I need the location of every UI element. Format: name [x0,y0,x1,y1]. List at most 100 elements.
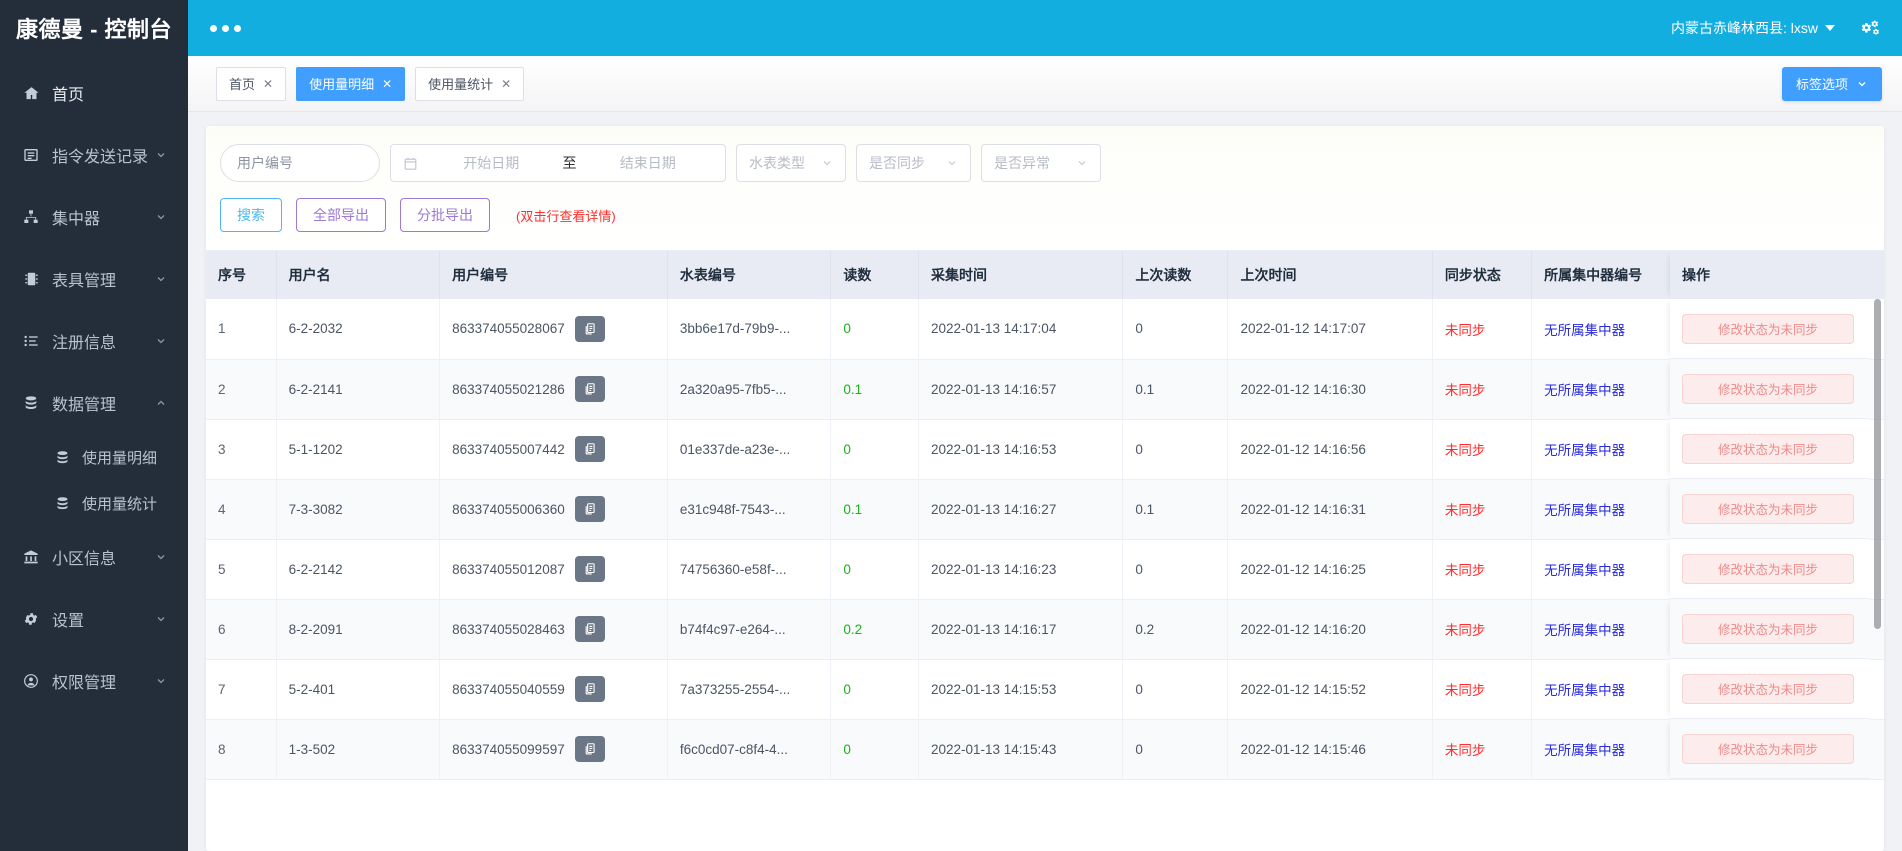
cell-index: 6 [206,599,277,660]
content-area: 开始日期 至 结束日期 水表类型 是否同步 [188,112,1902,851]
sidebar-item-register-info[interactable]: 注册信息 [0,310,188,372]
col-last-reading[interactable]: 上次读数 [1122,251,1229,299]
table-body: 1 6-2-2032 863374055028067 3bb6e17d-79b9-..… [206,299,1884,780]
tag-options-button[interactable]: 标签选项 [1781,66,1882,101]
cell-usercode: 863374055028067 [439,299,668,360]
table-row[interactable]: 6 8-2-2091 863374055028463 b74f4c97-e264-..… [206,599,1884,660]
cell-collect-time: 2022-01-13 14:16:23 [918,539,1124,600]
sidebar: 康德曼 - 控制台 首页 指令发送记录 集中器 表具管理 注册信息 数据管理 使… [0,0,188,851]
col-concentrator[interactable]: 所属集中器编号 [1531,251,1720,299]
copy-icon[interactable] [574,436,605,462]
cell-username: 7-3-3082 [276,479,441,540]
set-unsynced-button[interactable]: 修改状态为未同步 [1682,373,1854,404]
cell-index: 8 [206,719,277,780]
table-row[interactable]: 8 1-3-502 863374055099597 f6c0cd07-c8f4-4..… [206,719,1884,780]
cell-last-time: 2022-01-12 14:16:31 [1227,479,1433,540]
table-row[interactable]: 1 6-2-2032 863374055028067 3bb6e17d-79b9-..… [206,299,1884,360]
search-input[interactable] [220,144,380,182]
sync-status-select[interactable]: 是否同步 [856,144,971,182]
export-batch-button[interactable]: 分批导出 [400,198,490,232]
cell-meter-code: 7a373255-2554-... [667,659,832,720]
col-collect-time[interactable]: 采集时间 [918,251,1124,299]
filter-row: 开始日期 至 结束日期 水表类型 是否同步 [220,144,1870,182]
col-username[interactable]: 用户名 [276,251,441,299]
sidebar-item-community-info[interactable]: 小区信息 [0,526,188,588]
table-head: 序号 用户名 用户编号 水表编号 读数 采集时间 上次读数 上次时间 同步状态 [206,251,1884,299]
table-scroll-area[interactable]: 序号 用户名 用户编号 水表编号 读数 采集时间 上次读数 上次时间 同步状态 [206,251,1884,851]
copy-icon[interactable] [574,315,605,342]
cell-username: 6-2-2142 [276,539,441,600]
start-date-placeholder: 开始日期 [463,155,520,171]
database-icon [52,496,72,511]
sitemap-icon [20,209,42,225]
table-row[interactable]: 4 7-3-3082 863374055006360 e31c948f-7543-..… [206,479,1884,540]
table-row[interactable]: 5 6-2-2142 863374055012087 74756360-e58f-..… [206,539,1884,600]
bank-icon [20,549,42,565]
copy-icon[interactable] [574,376,605,402]
search-button[interactable]: 搜索 [220,198,282,232]
close-icon[interactable]: ✕ [501,77,511,91]
col-index[interactable]: 序号 [206,251,277,299]
table-row[interactable]: 7 5-2-401 863374055040559 7a373255-2554-...… [206,659,1884,720]
table-row[interactable]: 2 6-2-2141 863374055021286 2a320a95-7fb5-..… [206,359,1884,420]
export-all-button[interactable]: 全部导出 [296,198,386,232]
cell-last-time: 2022-01-12 14:16:30 [1227,359,1433,420]
close-icon[interactable]: ✕ [263,77,273,91]
tab-usage-stats[interactable]: 使用量统计 ✕ [415,66,525,101]
gear-icon[interactable] [1861,19,1880,38]
cell-last-time: 2022-01-12 14:15:52 [1227,659,1433,720]
sidebar-subitem-usage-stats[interactable]: 使用量统计 [0,480,188,526]
col-reading[interactable]: 读数 [830,251,919,299]
tab-usage-detail[interactable]: 使用量明细 ✕ [296,66,406,101]
calendar-icon [403,156,418,171]
meter-type-select[interactable]: 水表类型 [736,144,846,182]
sidebar-subitem-usage-detail[interactable]: 使用量明细 [0,434,188,480]
sidebar-item-home[interactable]: 首页 [0,62,188,124]
table-row[interactable]: 3 5-1-1202 863374055007442 01e337de-a23e-..… [206,419,1884,480]
chevron-down-icon [154,334,168,348]
cell-collect-time: 2022-01-13 14:15:43 [918,719,1124,780]
copy-icon[interactable] [574,736,605,762]
set-unsynced-button[interactable]: 修改状态为未同步 [1682,433,1854,464]
set-unsynced-button[interactable]: 修改状态为未同步 [1682,553,1854,584]
sidebar-item-concentrator[interactable]: 集中器 [0,186,188,248]
col-collector[interactable]: 所属采集器编号 [1718,251,1884,299]
cell-last-reading: 0 [1122,719,1229,780]
chevron-down-icon [821,157,833,169]
set-unsynced-button[interactable]: 修改状态为未同步 [1682,493,1854,524]
sidebar-item-meter-management[interactable]: 表具管理 [0,248,188,310]
date-range-picker[interactable]: 开始日期 至 结束日期 [390,144,726,182]
vertical-scrollbar[interactable] [1874,299,1881,851]
scrollbar-thumb[interactable] [1874,299,1881,629]
close-icon[interactable]: ✕ [382,77,392,91]
cell-reading: 0.1 [830,359,919,420]
col-meter-code[interactable]: 水表编号 [667,251,832,299]
usercode-text: 863374055099597 [452,741,565,757]
sidebar-item-command-log[interactable]: 指令发送记录 [0,124,188,186]
cell-collect-time: 2022-01-13 14:16:27 [918,479,1124,540]
copy-icon[interactable] [574,676,605,702]
sidebar-item-permission-management[interactable]: 权限管理 [0,650,188,712]
copy-icon[interactable] [574,556,605,582]
set-unsynced-button[interactable]: 修改状态为未同步 [1682,613,1854,644]
sidebar-item-label: 首页 [52,87,85,104]
tab-home[interactable]: 首页 ✕ [216,66,287,101]
col-sync-status[interactable]: 同步状态 [1432,251,1533,299]
usercode-text: 863374055012087 [452,561,565,577]
abnormal-select[interactable]: 是否异常 [981,144,1101,182]
set-unsynced-button[interactable]: 修改状态为未同步 [1682,673,1854,704]
col-usercode[interactable]: 用户编号 [439,251,668,299]
sidebar-item-settings[interactable]: 设置 [0,588,188,650]
menu-dots-icon[interactable] [210,24,241,32]
cell-reading: 0 [830,419,919,480]
copy-icon[interactable] [574,616,605,642]
chevron-down-icon [154,210,168,224]
set-unsynced-button[interactable]: 修改状态为未同步 [1682,313,1854,344]
sidebar-item-data-management[interactable]: 数据管理 [0,372,188,434]
cell-index: 3 [206,419,277,480]
col-last-time[interactable]: 上次时间 [1227,251,1433,299]
copy-icon[interactable] [574,496,605,522]
cell-last-reading: 0.2 [1122,599,1229,660]
set-unsynced-button[interactable]: 修改状态为未同步 [1682,733,1854,764]
account-dropdown[interactable]: 内蒙古赤峰林西县: lxsw [1671,18,1835,38]
